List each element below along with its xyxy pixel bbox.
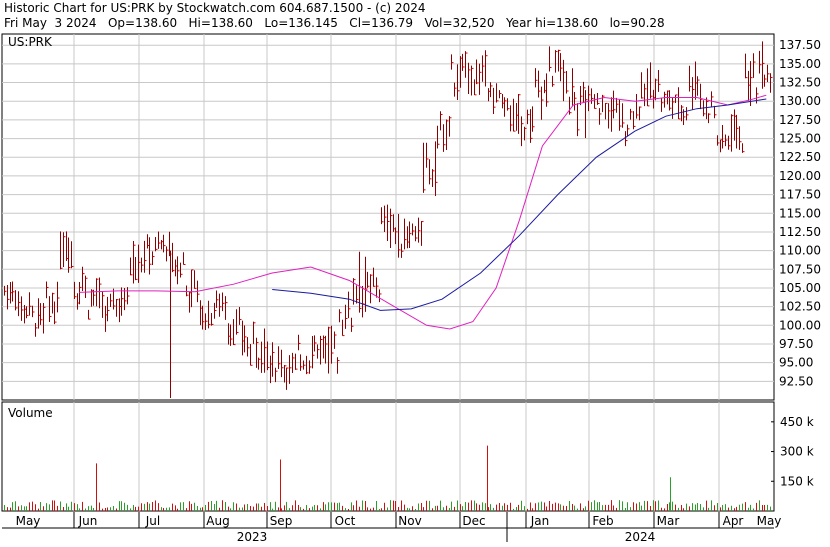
- volume-title: Volume: [8, 406, 53, 420]
- volume-tick-label: 300 k: [780, 445, 814, 459]
- y-tick-label: 122.50: [779, 150, 821, 164]
- moving-average-long: [272, 98, 767, 311]
- y-tick-label: 95.00: [779, 356, 813, 370]
- x-tick-label: Oct: [335, 514, 356, 528]
- stock-chart: 137.50 135.00 132.50 130.00 127.50 125.00 122.…: [0, 0, 830, 544]
- y-tick-label: 130.00: [779, 94, 821, 108]
- x-tick-label: Jan: [530, 514, 550, 528]
- y-tick-label: 125.00: [779, 132, 821, 146]
- moving-average-short: [79, 94, 767, 330]
- y-tick-label: 92.50: [779, 374, 813, 388]
- x-tick-label: Sep: [270, 514, 293, 528]
- x-tick-label: Nov: [398, 514, 421, 528]
- volume-tick-label: 450 k: [780, 415, 814, 429]
- x-tick-label: Dec: [462, 514, 485, 528]
- symbol-label: US:PRK: [8, 35, 53, 49]
- y-tick-label: 137.50: [779, 38, 821, 52]
- y-tick-label: 110.00: [779, 244, 821, 258]
- x-tick-label: Aug: [206, 514, 229, 528]
- x-tick-label: Jun: [78, 514, 98, 528]
- year-label: 2023: [237, 530, 268, 543]
- year-label: 2024: [625, 530, 656, 543]
- x-tick-label: May: [757, 514, 782, 528]
- x-tick-label: May: [16, 514, 41, 528]
- y-tick-label: 127.50: [779, 113, 821, 127]
- y-tick-label: 115.00: [779, 206, 821, 220]
- y-tick-label: 100.00: [779, 318, 821, 332]
- volume-tick-label: 150 k: [780, 474, 814, 488]
- y-tick-label: 120.00: [779, 169, 821, 183]
- y-tick-label: 102.50: [779, 300, 821, 314]
- y-tick-label: 105.00: [779, 281, 821, 295]
- y-tick-label: 97.50: [779, 337, 813, 351]
- x-tick-label: Jul: [145, 514, 160, 528]
- y-tick-label: 107.50: [779, 262, 821, 276]
- y-tick-label: 112.50: [779, 225, 821, 239]
- y-tick-label: 135.00: [779, 57, 821, 71]
- x-tick-label: Apr: [723, 514, 744, 528]
- volume-panel-frame: [1, 401, 775, 512]
- y-tick-label: 117.50: [779, 188, 821, 202]
- x-tick-label: Mar: [657, 514, 680, 528]
- x-tick-label: Feb: [592, 514, 613, 528]
- y-tick-label: 132.50: [779, 76, 821, 90]
